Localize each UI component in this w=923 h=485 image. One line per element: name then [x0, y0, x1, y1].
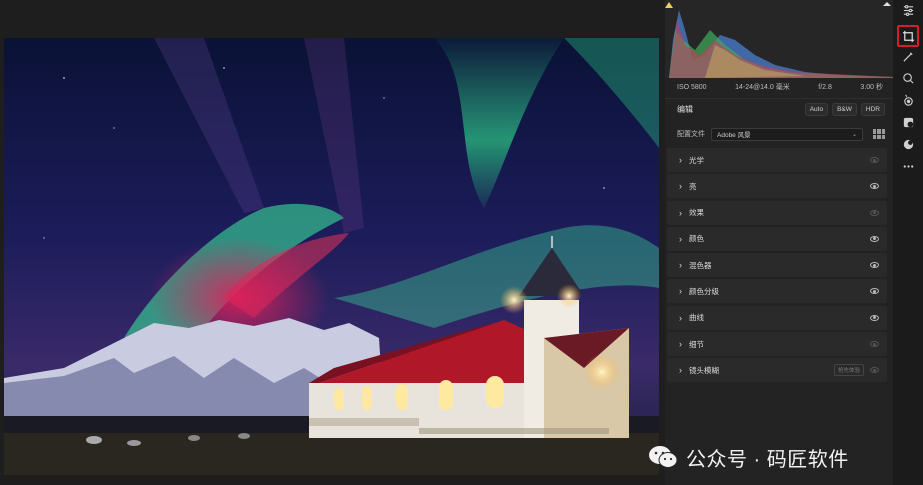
profile-label: 配置文件 [677, 131, 705, 138]
visibility-eye-icon[interactable] [870, 367, 879, 374]
hdr-button[interactable]: HDR [860, 103, 885, 116]
panel-section[interactable]: › 效果 [667, 200, 887, 225]
section-label: 亮 [689, 181, 697, 191]
photo-preview[interactable] [4, 38, 659, 475]
image-canvas-area[interactable] [0, 0, 665, 485]
edit-sliders-icon[interactable] [899, 2, 917, 18]
visibility-eye-icon[interactable] [870, 314, 879, 321]
exif-aperture: f/2.8 [818, 83, 832, 91]
aurora-church-photo [4, 38, 659, 475]
chevron-right-icon: › [679, 155, 682, 165]
chevron-right-icon: › [679, 207, 682, 218]
histogram-graph [665, 0, 893, 78]
chevron-right-icon: › [679, 365, 682, 376]
visibility-eye-icon[interactable] [870, 341, 879, 348]
exif-shutter: 3.00 秒 [860, 84, 883, 91]
panel-section[interactable]: › 亮 [667, 174, 887, 199]
section-label: 颜色 [689, 234, 704, 244]
edit-panel: ISO 5800 14-24@14.0 毫米 f/2.8 3.00 秒 编辑 A… [665, 0, 893, 485]
panel-section[interactable]: › 混色器 [667, 253, 887, 278]
profile-select[interactable]: Adobe 风景 ⌄ [711, 127, 863, 141]
visibility-eye-icon[interactable] [870, 288, 879, 295]
section-label: 曲线 [689, 313, 704, 323]
section-tag: 抢先体验 [833, 364, 864, 377]
chevron-right-icon: › [679, 339, 682, 350]
visibility-eye-icon[interactable] [870, 235, 879, 242]
panel-section[interactable]: › 细节 [667, 332, 887, 357]
panel-section[interactable]: › 光学 [667, 148, 887, 172]
panel-section[interactable]: › 颜色 [667, 226, 887, 251]
visibility-eye-icon[interactable] [870, 183, 879, 190]
chevron-right-icon: › [679, 312, 682, 323]
heal-icon[interactable] [899, 70, 917, 86]
panel-section[interactable]: › 镜头模糊 抢先体验 [667, 358, 887, 383]
visibility-eye-icon[interactable] [870, 157, 879, 163]
red-eye-icon[interactable] [899, 92, 917, 108]
profile-row: 配置文件 Adobe 风景 ⌄ [665, 124, 893, 144]
chevron-right-icon: › [679, 181, 682, 192]
brush-icon[interactable] [899, 48, 917, 64]
section-label: 混色器 [689, 260, 712, 270]
profile-value: Adobe 风景 [717, 132, 751, 139]
crop-icon[interactable] [897, 25, 919, 47]
chevron-right-icon: › [679, 260, 682, 271]
exif-iso: ISO 5800 [677, 83, 707, 91]
section-label: 颜色分级 [689, 286, 719, 296]
visibility-eye-icon[interactable] [870, 209, 879, 216]
section-label: 效果 [689, 208, 704, 218]
section-label: 细节 [689, 339, 704, 349]
section-label: 光学 [689, 155, 704, 165]
auto-button[interactable]: Auto [804, 103, 829, 116]
panel-section[interactable]: › 颜色分级 [667, 279, 887, 304]
chevron-down-icon: ⌄ [851, 131, 857, 138]
panel-section[interactable]: › 曲线 [667, 305, 887, 330]
edit-sections: › 光学 › 亮 › 效果 › 颜色 › 混色器 › 颜色分级 › 曲线 › 细节 › 镜头模糊 抢先体验 [667, 148, 887, 385]
chevron-right-icon: › [679, 286, 682, 297]
more-icon[interactable] [899, 158, 917, 174]
section-label: 镜头模糊 [689, 365, 719, 375]
exif-info: ISO 5800 14-24@14.0 毫米 f/2.8 3.00 秒 [665, 79, 893, 95]
watermark-text: 公众号 · 码匠软件 [686, 448, 849, 471]
wechat-icon [648, 444, 678, 470]
tool-strip [893, 0, 923, 485]
presets-icon[interactable] [899, 136, 917, 152]
edit-header: 编辑 Auto B&W HDR [665, 98, 893, 120]
mask-icon[interactable] [899, 114, 917, 130]
bw-button[interactable]: B&W [832, 103, 857, 116]
watermark: 公众号 · 码匠软件 [648, 441, 849, 473]
edit-title: 编辑 [677, 105, 693, 114]
profile-browser-icon[interactable] [873, 129, 885, 139]
histogram[interactable] [665, 0, 893, 78]
exif-lens: 14-24@14.0 毫米 [735, 84, 790, 91]
visibility-eye-icon[interactable] [870, 262, 879, 269]
chevron-right-icon: › [679, 233, 682, 244]
